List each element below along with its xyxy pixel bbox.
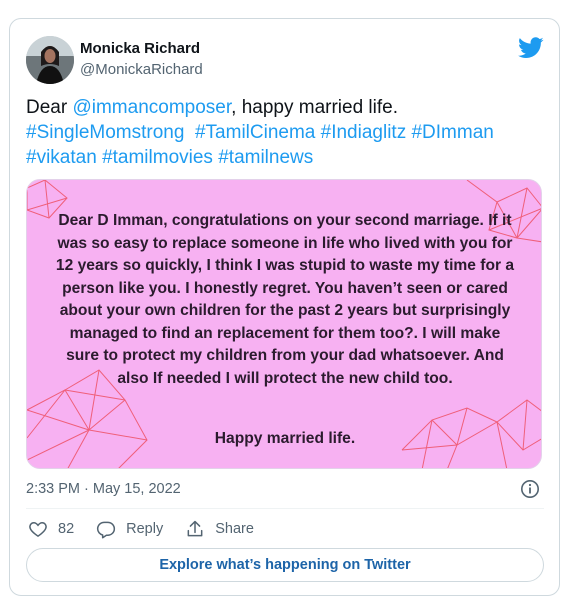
action-bar: 82 Reply Share <box>28 517 276 541</box>
heart-icon <box>29 521 47 537</box>
like-button[interactable]: 82 <box>28 519 74 539</box>
image-closing-text: Happy married life. <box>214 430 356 447</box>
tweet-line-3: #vikatan #tamilmovies #tamilnews <box>26 145 546 170</box>
tweet-line-2: #SingleMomstrong #TamilCinema #Indiaglit… <box>26 120 546 145</box>
hashtag-link[interactable]: #vikatan <box>26 147 97 168</box>
hashtag-link[interactable]: #SingleMomstrong <box>26 122 184 143</box>
hashtag-link[interactable]: #TamilCinema <box>195 122 315 143</box>
author-name[interactable]: Monicka Richard <box>80 40 200 57</box>
tweet-card: Monicka Richard @MonickaRichard Dear @im… <box>9 18 560 596</box>
image-letter-text: Dear D Imman, congratulations on your se… <box>55 212 515 387</box>
mention-link[interactable]: @immancomposer <box>72 97 231 118</box>
tweet-timestamp[interactable]: 2:33 PM · May 15, 2022 <box>26 481 181 497</box>
reply-button[interactable]: Reply <box>96 519 163 539</box>
reply-label: Reply <box>126 521 164 537</box>
reply-icon <box>97 521 116 539</box>
hashtag-link[interactable]: #tamilmovies <box>102 147 213 168</box>
like-count: 82 <box>58 521 75 537</box>
tweet-image[interactable]: Dear D Imman, congratulations on your se… <box>26 179 542 469</box>
tweet-text-part: Dear <box>26 97 73 118</box>
share-label: Share <box>215 521 254 537</box>
tweet-text-part: , happy married life. <box>231 97 398 118</box>
tweet-text: Dear @immancomposer, happy married life.… <box>26 95 546 170</box>
hashtag-link[interactable]: #tamilnews <box>218 147 313 168</box>
share-button[interactable]: Share <box>185 519 254 539</box>
hashtag-link[interactable]: #DImman <box>411 122 493 143</box>
tweet-line-1: Dear @immancomposer, happy married life. <box>26 95 546 120</box>
divider <box>26 508 544 509</box>
hashtag-link[interactable]: #Indiaglitz <box>321 122 407 143</box>
share-icon <box>187 520 203 537</box>
twitter-bird-icon[interactable] <box>518 37 544 59</box>
explore-twitter-button[interactable]: Explore what’s happening on Twitter <box>26 548 544 582</box>
author-handle[interactable]: @MonickaRichard <box>80 61 203 78</box>
info-icon[interactable] <box>520 479 540 499</box>
avatar[interactable] <box>26 36 74 84</box>
